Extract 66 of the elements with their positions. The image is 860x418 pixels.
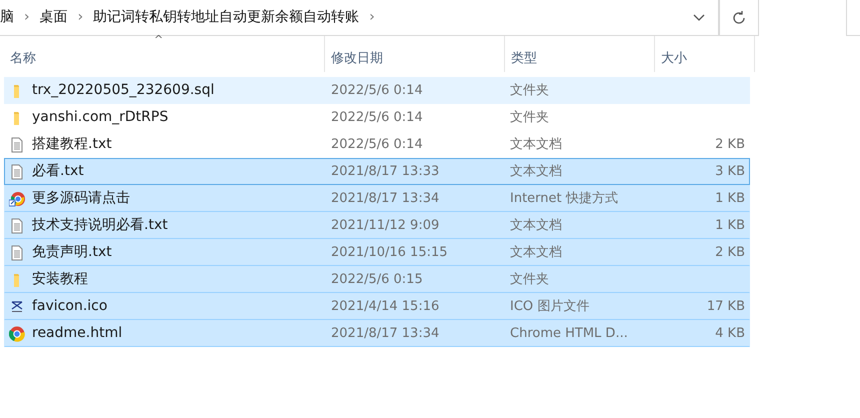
type-text: 文本文档 (510, 136, 562, 152)
search-field[interactable] (846, 0, 860, 36)
file-name: 必看.txt (32, 162, 84, 181)
date-text: 2021/11/12 9:09 (331, 218, 440, 233)
type-text: ICO 图片文件 (510, 298, 590, 314)
text-file-icon (9, 244, 25, 260)
chevron-down-icon (692, 14, 704, 22)
file-row[interactable]: 免责声明.txt 2021/10/16 15:15 文本文档 2 KB (4, 239, 750, 266)
file-row[interactable]: yanshi.com_rDtRPS 2022/5/6 0:14 文件夹 (4, 104, 750, 131)
file-name: 技术支持说明必看.txt (32, 216, 168, 235)
date-text: 2022/5/6 0:15 (331, 272, 423, 287)
date-text: 2022/5/6 0:14 (331, 110, 423, 125)
file-row[interactable]: 安装教程 2022/5/6 0:15 文件夹 (4, 266, 750, 293)
chevron-icon: › (78, 7, 84, 28)
type-text: 文本文档 (510, 164, 562, 179)
breadcrumb-item[interactable]: 助记词转私钥转地址自动更新余额自动转账 (93, 7, 360, 28)
date-text: 2021/8/17 13:34 (331, 190, 440, 206)
type-text: 文件夹 (510, 110, 549, 125)
chevron-icon: › (24, 7, 30, 28)
column-header[interactable]: 修改日期 (325, 36, 505, 72)
size-text: 17 KB (706, 298, 745, 314)
breadcrumb-item[interactable]: 桌面 (40, 7, 68, 28)
file-name: 安装教程 (32, 270, 88, 289)
file-row[interactable]: 必看.txt 2021/8/17 13:33 文本文档 3 KB (4, 158, 750, 185)
date-text: 2022/5/6 0:14 (331, 136, 423, 152)
refresh-button[interactable] (719, 0, 759, 36)
file-row[interactable]: 搭建教程.txt 2022/5/6 0:14 文本文档 2 KB (4, 131, 750, 158)
file-name: 免责声明.txt (32, 243, 112, 262)
type-text: Internet 快捷方式 (510, 190, 618, 206)
file-name: 搭建教程.txt (32, 135, 112, 154)
file-name: yanshi.com_rDtRPS (32, 108, 168, 127)
size-text: 2 KB (715, 136, 745, 152)
text-file-icon (9, 164, 25, 180)
type-text: 文本文档 (510, 244, 562, 260)
type-text: Chrome HTML D... (510, 326, 628, 341)
file-name: 更多源码请点击 (32, 189, 130, 208)
type-text: 文件夹 (510, 272, 549, 287)
type-text: 文件夹 (510, 82, 549, 98)
date-text: 2021/10/16 15:15 (331, 244, 448, 260)
file-name: favicon.ico (32, 297, 108, 316)
type-text: 文本文档 (510, 218, 562, 233)
date-text: 2022/5/6 0:14 (331, 82, 423, 98)
size-text: 2 KB (715, 244, 745, 260)
file-row[interactable]: 更多源码请点击 2021/8/17 13:34 Internet 快捷方式 1 KB (4, 185, 750, 212)
size-text: 3 KB (715, 164, 745, 179)
file-row[interactable]: readme.html 2021/8/17 13:34 Chrome HTML D... 4 KB (4, 320, 750, 347)
date-text: 2021/8/17 13:33 (331, 164, 440, 179)
chevron-icon: › (369, 7, 375, 28)
date-text: 2021/4/14 15:16 (331, 298, 440, 314)
file-row[interactable]: favicon.ico 2021/4/14 15:16 ICO 图片文件 17 KB (4, 293, 750, 320)
file-name: readme.html (32, 324, 122, 343)
breadcrumb-item[interactable]: 脑 (0, 7, 14, 28)
browser-shortcut-icon (9, 190, 25, 206)
text-file-icon (9, 136, 25, 152)
size-text: 1 KB (715, 190, 745, 206)
size-text: 1 KB (715, 218, 745, 233)
text-file-icon (9, 218, 25, 234)
file-row[interactable]: trx_20220505_232609.sql 2022/5/6 0:14 文件夹 (4, 77, 750, 104)
image-file-icon (9, 298, 25, 314)
date-text: 2021/8/17 13:34 (331, 326, 440, 341)
size-text: 4 KB (715, 326, 745, 341)
file-name: trx_20220505_232609.sql (32, 81, 214, 100)
chrome-icon (9, 326, 25, 342)
column-header[interactable]: 类型 (505, 36, 655, 72)
column-header[interactable]: 大小 (655, 36, 755, 72)
file-row[interactable]: 技术支持说明必看.txt 2021/11/12 9:09 文本文档 1 KB (4, 212, 750, 239)
